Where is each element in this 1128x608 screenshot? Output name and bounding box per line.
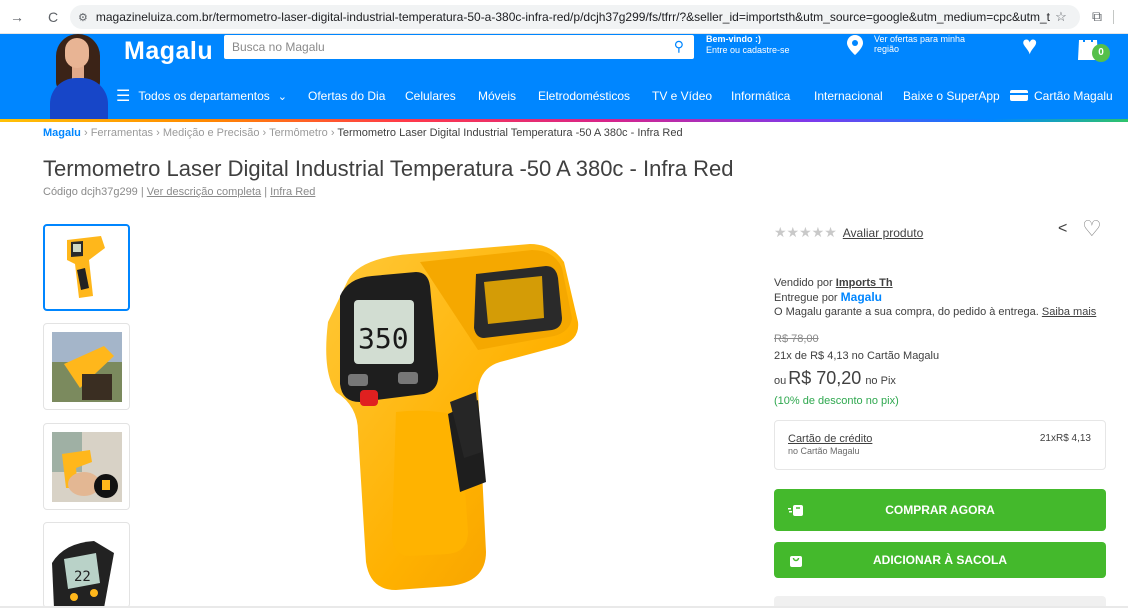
guarantee-text: O Magalu garante a sua compra, do pedido… <box>774 306 1039 318</box>
cart-count-badge: 0 <box>1092 44 1110 62</box>
search-input[interactable]: Busca no Magalu ⚲ <box>224 35 694 59</box>
add-to-bag-button[interactable]: ADICIONAR À SACOLA <box>774 542 1106 578</box>
share-icon[interactable]: < <box>1058 220 1067 238</box>
offers-region-link[interactable]: Ver ofertas para minha região <box>874 34 984 54</box>
thermometer-in-hand-image <box>52 432 122 502</box>
url-text: magazineluiza.com.br/termometro-laser-di… <box>95 10 1050 24</box>
extensions-icon[interactable]: ⧉ <box>1092 8 1102 25</box>
display-reading: 350 <box>358 322 409 355</box>
address-bar[interactable]: ⚙ magazineluiza.com.br/termometro-laser-… <box>70 5 1080 29</box>
learn-more-link[interactable]: Saiba mais <box>1042 306 1096 318</box>
cartao-label: Cartão Magalu <box>1034 89 1113 103</box>
payment-option-card[interactable]: Cartão de crédito no Cartão Magalu 21xR$… <box>774 420 1106 470</box>
buy-now-label: COMPRAR AGORA <box>885 503 995 517</box>
nav-item-celulares[interactable]: Celulares <box>405 89 456 103</box>
magalu-logo[interactable]: Magalu <box>124 37 213 66</box>
search-placeholder: Busca no Magalu <box>232 40 325 54</box>
nav-item-eletrodomesticos[interactable]: Eletrodomésticos <box>538 89 630 103</box>
thumbnail-4[interactable]: 22 <box>43 522 130 608</box>
card-subtitle: no Cartão Magalu <box>788 446 860 456</box>
pix-price: R$ 70,20 <box>788 368 862 388</box>
wishlist-heart-icon[interactable]: ♥ <box>1022 32 1037 58</box>
toolbar-divider <box>1113 10 1114 24</box>
nav-item-informatica[interactable]: Informática <box>731 89 790 103</box>
nav-item-tv-video[interactable]: TV e Vídeo <box>652 89 712 103</box>
see-description-link[interactable]: Ver descrição completa <box>147 186 261 198</box>
svg-text:22: 22 <box>74 569 91 585</box>
pix-prefix: ou <box>774 375 787 387</box>
login-text: Entre ou cadastre-se <box>706 45 790 55</box>
buy-now-button[interactable]: COMPRAR AGORA <box>774 489 1106 531</box>
product-code-line: Código dcjh37g299 | Ver descrição comple… <box>43 186 316 198</box>
credit-card-icon <box>1010 90 1028 101</box>
rating-row: ★★★★★ Avaliar produto <box>774 224 923 241</box>
bag-icon <box>790 556 802 567</box>
breadcrumb-home[interactable]: Magalu <box>43 127 81 139</box>
product-main-image: 350 <box>326 244 579 590</box>
brand-link[interactable]: Infra Red <box>270 186 315 198</box>
card-title: Cartão de crédito <box>788 433 873 445</box>
thermometer-lifestyle-image <box>52 332 122 402</box>
nav-item-internacional[interactable]: Internacional <box>814 89 883 103</box>
cart-button[interactable]: 0 <box>1074 34 1110 62</box>
thumbnail-3[interactable] <box>43 423 130 510</box>
site-header: Magalu Busca no Magalu ⚲ Bem-vindo :) En… <box>0 32 1128 121</box>
reload-icon[interactable]: C <box>42 6 64 28</box>
product-title: Termometro Laser Digital Industrial Temp… <box>43 156 734 181</box>
breadcrumb-current: Termometro Laser Digital Industrial Temp… <box>337 127 683 139</box>
thermometer-thumb-image <box>67 236 105 298</box>
forward-icon[interactable]: → <box>6 6 28 28</box>
site-info-icon[interactable]: ⚙ <box>78 11 88 24</box>
favorite-heart-icon[interactable]: ♡ <box>1082 216 1102 242</box>
nav-item-ofertas[interactable]: Ofertas do Dia <box>308 89 385 103</box>
main-nav: ☰ Todos os departamentos ⌄ Ofertas do Di… <box>0 78 1128 114</box>
thermometer-display-image: 22 <box>52 541 114 607</box>
add-to-bag-label: ADICIONAR À SACOLA <box>873 553 1007 567</box>
search-icon[interactable]: ⚲ <box>674 38 684 55</box>
breadcrumb: Magalu › Ferramentas › Medição e Precisã… <box>43 127 683 139</box>
chevron-down-icon: ⌄ <box>277 90 287 103</box>
pix-price-row: ou R$ 70,20 no Pix <box>774 368 896 389</box>
fast-bag-icon <box>788 505 803 516</box>
nav-item-cartao[interactable]: Cartão Magalu <box>1010 89 1113 103</box>
location-pin-icon[interactable] <box>846 34 864 56</box>
departments-menu[interactable]: ☰ Todos os departamentos ⌄ <box>116 86 287 106</box>
installment-text: 21x de R$ 4,13 no Cartão Magalu <box>774 350 940 362</box>
thumbnail-1[interactable] <box>43 224 130 311</box>
rating-stars: ★★★★★ <box>774 224 837 240</box>
pix-suffix: no Pix <box>865 375 896 387</box>
old-price: R$ 78,00 <box>774 333 819 345</box>
hamburger-icon: ☰ <box>116 88 131 105</box>
nav-item-superapp[interactable]: Baixe o SuperApp <box>903 89 1000 103</box>
header-gradient-line <box>0 119 1128 122</box>
login-link[interactable]: Bem-vindo :) Entre ou cadastre-se <box>706 34 790 56</box>
departments-label: Todos os departamentos <box>138 89 270 103</box>
sold-by-label: Vendido por <box>774 277 833 289</box>
welcome-text: Bem-vindo :) <box>706 34 761 44</box>
pix-discount: (10% de desconto no pix) <box>774 395 899 407</box>
seller-link[interactable]: Imports Th <box>836 277 893 289</box>
browser-toolbar: → C ⚙ magazineluiza.com.br/termometro-la… <box>0 0 1128 34</box>
product-code: Código dcjh37g299 <box>43 186 138 198</box>
thumbnail-2[interactable] <box>43 323 130 410</box>
breadcrumb-item[interactable]: Termômetro <box>269 127 328 139</box>
breadcrumb-item[interactable]: Medição e Precisão <box>163 127 260 139</box>
seller-info: Vendido por Imports Th Entregue por Maga… <box>774 276 1096 319</box>
rate-product-link[interactable]: Avaliar produto <box>843 226 924 240</box>
delivered-by-label: Entregue por <box>774 292 838 304</box>
card-installment: 21xR$ 4,13 <box>1039 433 1091 444</box>
breadcrumb-item[interactable]: Ferramentas <box>91 127 153 139</box>
delivered-by-logo: Magalu <box>840 290 883 304</box>
nav-item-moveis[interactable]: Móveis <box>478 89 516 103</box>
bookmark-star-icon[interactable]: ☆ <box>1050 9 1072 25</box>
